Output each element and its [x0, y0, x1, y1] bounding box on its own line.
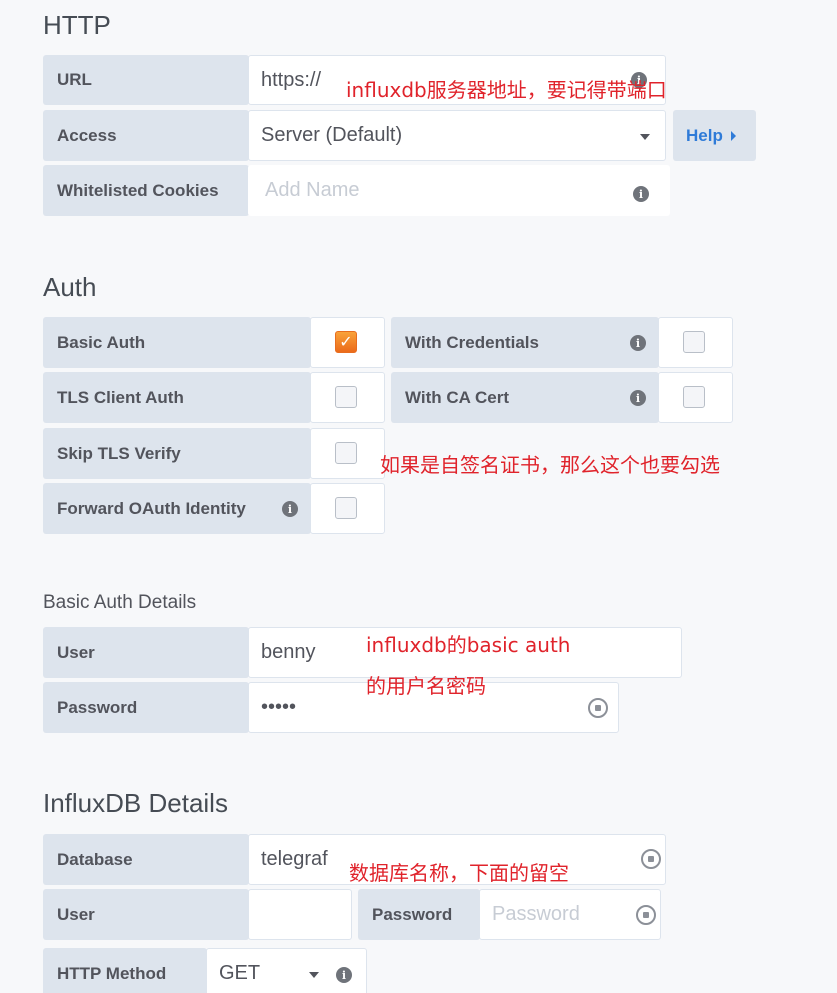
database-lock-icon[interactable]: [641, 849, 661, 869]
auth-annotation-line2: 的用户名密码: [366, 674, 486, 698]
database-annotation: 数据库名称，下面的留空: [349, 861, 569, 885]
cookies-input[interactable]: Add Name: [248, 165, 670, 216]
auth-section-title: Auth: [43, 272, 97, 302]
influx-user-input[interactable]: [248, 889, 352, 940]
method-chevron-down-icon: [309, 972, 319, 978]
http-method-label: HTTP Method: [43, 948, 207, 993]
forward-oauth-checkbox[interactable]: [335, 497, 357, 519]
access-select-value: Server (Default): [261, 124, 403, 146]
database-value: telegraf: [261, 848, 328, 870]
url-label: URL: [43, 55, 249, 105]
forward-oauth-info-icon[interactable]: i: [282, 501, 298, 517]
checkmark-icon: ✓: [339, 334, 353, 351]
auth-annotation-line1: influxdb的basic auth: [366, 633, 571, 657]
with-ca-cert-checkbox[interactable]: [683, 386, 705, 408]
database-label: Database: [43, 834, 249, 885]
whitelisted-cookies-label: Whitelisted Cookies: [43, 165, 249, 216]
influx-password-placeholder: Password: [492, 903, 580, 925]
basic-auth-user-value: benny: [261, 641, 316, 663]
password-lock-icon[interactable]: [588, 698, 608, 718]
basic-auth-user-label: User: [43, 627, 249, 678]
http-method-value: GET: [219, 962, 261, 984]
chevron-down-icon: [640, 134, 650, 140]
access-label: Access: [43, 110, 249, 161]
skip-tls-verify-checkbox[interactable]: [335, 442, 357, 464]
url-input-value: https://: [261, 68, 322, 91]
with-credentials-info-icon[interactable]: i: [630, 335, 646, 351]
basic-auth-label: Basic Auth: [43, 317, 311, 368]
cookies-input-placeholder: Add Name: [265, 179, 360, 201]
help-button-label: Help: [686, 125, 723, 145]
basic-auth-password-value: •••••: [261, 696, 297, 718]
forward-oauth-label: Forward OAuth Identity: [43, 483, 311, 534]
influx-password-label: Password: [358, 889, 480, 940]
basic-auth-details-title: Basic Auth Details: [43, 592, 197, 613]
basic-auth-password-label: Password: [43, 682, 249, 733]
http-method-info-icon[interactable]: i: [336, 967, 352, 983]
with-ca-cert-label: With CA Cert: [391, 372, 659, 423]
caret-right-icon: [730, 130, 736, 141]
influx-password-input[interactable]: Password: [479, 889, 661, 940]
tls-client-auth-label: TLS Client Auth: [43, 372, 311, 423]
cookies-info-icon[interactable]: i: [633, 186, 649, 202]
influx-password-lock-icon[interactable]: [636, 905, 656, 925]
influxdb-details-title: InfluxDB Details: [43, 788, 228, 818]
with-credentials-label: With Credentials: [391, 317, 659, 368]
basic-auth-checkbox[interactable]: ✓: [335, 331, 357, 353]
tls-client-auth-checkbox[interactable]: [335, 386, 357, 408]
access-select[interactable]: Server (Default): [248, 110, 666, 161]
with-ca-cert-info-icon[interactable]: i: [630, 390, 646, 406]
with-credentials-checkbox[interactable]: [683, 331, 705, 353]
influx-user-label: User: [43, 889, 249, 940]
http-section-title: HTTP: [43, 10, 111, 40]
skip-tls-verify-label: Skip TLS Verify: [43, 428, 311, 479]
help-button[interactable]: Help: [673, 110, 756, 161]
url-annotation: influxdb服务器地址，要记得带端口: [346, 78, 667, 102]
tls-annotation: 如果是自签名证书，那么这个也要勾选: [380, 453, 720, 477]
